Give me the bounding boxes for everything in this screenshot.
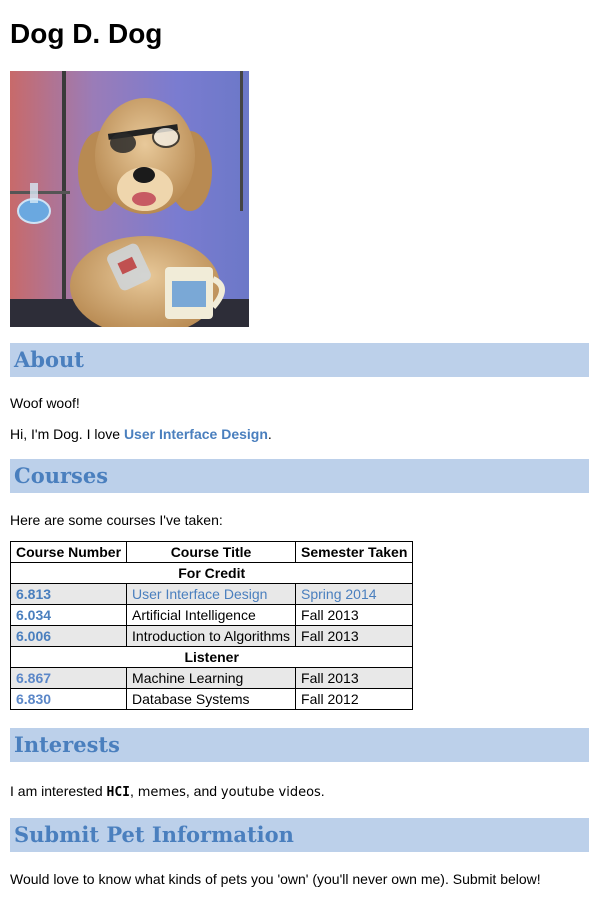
- table-row: 6.830 Database Systems Fall 2012: [9, 688, 414, 710]
- about-line-1: Woof woof!: [10, 395, 80, 411]
- course-semester: Fall 2013: [295, 604, 414, 626]
- group-row-listener: Listener: [9, 646, 414, 668]
- course-number-link[interactable]: 6.830: [9, 688, 128, 710]
- column-semester-taken: Semester Taken: [295, 541, 414, 563]
- about-line-2: Hi, I'm Dog. I love User Interface Desig…: [10, 426, 272, 442]
- table-row: 6.813 User Interface Design Spring 2014: [9, 583, 414, 605]
- table-row: 6.867 Machine Learning Fall 2013: [9, 667, 414, 689]
- column-course-number: Course Number: [9, 541, 128, 563]
- interest-youtube-videos: youtube videos: [220, 785, 321, 800]
- course-semester: Fall 2013: [295, 667, 414, 689]
- course-number-link[interactable]: 6.813: [9, 583, 128, 605]
- submit-heading: Submit Pet Information: [14, 822, 294, 847]
- interests-text: I am interested HCI, memes, and youtube …: [10, 783, 325, 800]
- group-label: For Credit: [9, 562, 414, 584]
- course-number-link[interactable]: 6.867: [9, 667, 128, 689]
- interests-suffix: .: [320, 783, 325, 799]
- profile-page: Dog D. Dog About Woof woof! Hi, I'm Dog.…: [0, 0, 598, 908]
- interest-memes: memes: [137, 785, 186, 800]
- column-course-title: Course Title: [126, 541, 297, 563]
- interests-heading: Interests: [14, 732, 120, 757]
- page-title: Dog D. Dog: [10, 18, 163, 49]
- courses-heading: Courses: [14, 463, 109, 488]
- group-row-for-credit: For Credit: [9, 562, 414, 584]
- course-semester: Fall 2013: [295, 625, 414, 647]
- courses-table-header: Course Number Course Title Semester Take…: [9, 541, 414, 563]
- table-row: 6.006 Introduction to Algorithms Fall 20…: [9, 625, 414, 647]
- group-label: Listener: [9, 646, 414, 668]
- interests-sep-2: , and: [185, 783, 221, 799]
- interests-sep-1: ,: [129, 783, 138, 799]
- about-section-header: About: [10, 343, 589, 377]
- courses-section-header: Courses: [10, 459, 589, 493]
- interests-prefix: I am interested: [10, 783, 107, 799]
- course-title: Introduction to Algorithms: [126, 625, 297, 647]
- submit-section-header: Submit Pet Information: [10, 818, 589, 852]
- about-line-2-prefix: Hi, I'm Dog. I love: [10, 426, 124, 442]
- about-line-2-suffix: .: [267, 426, 272, 442]
- course-title: Machine Learning: [126, 667, 297, 689]
- user-interface-design-link[interactable]: User Interface Design: [124, 426, 268, 442]
- course-semester: Fall 2012: [295, 688, 414, 710]
- course-title-link[interactable]: User Interface Design: [126, 583, 297, 605]
- courses-intro: Here are some courses I've taken:: [10, 512, 223, 528]
- course-semester: Spring 2014: [295, 583, 414, 605]
- interests-section-header: Interests: [10, 728, 589, 762]
- course-number-link[interactable]: 6.006: [9, 625, 128, 647]
- courses-table: Course Number Course Title Semester Take…: [9, 541, 414, 710]
- dog-photo-image: [10, 71, 249, 327]
- dog-photo: [10, 71, 249, 327]
- interest-hci: HCI: [106, 785, 130, 800]
- course-title: Database Systems: [126, 688, 297, 710]
- about-heading: About: [14, 347, 84, 372]
- table-row: 6.034 Artificial Intelligence Fall 2013: [9, 604, 414, 626]
- course-number-link[interactable]: 6.034: [9, 604, 128, 626]
- course-title: Artificial Intelligence: [126, 604, 297, 626]
- submit-text: Would love to know what kinds of pets yo…: [10, 871, 541, 887]
